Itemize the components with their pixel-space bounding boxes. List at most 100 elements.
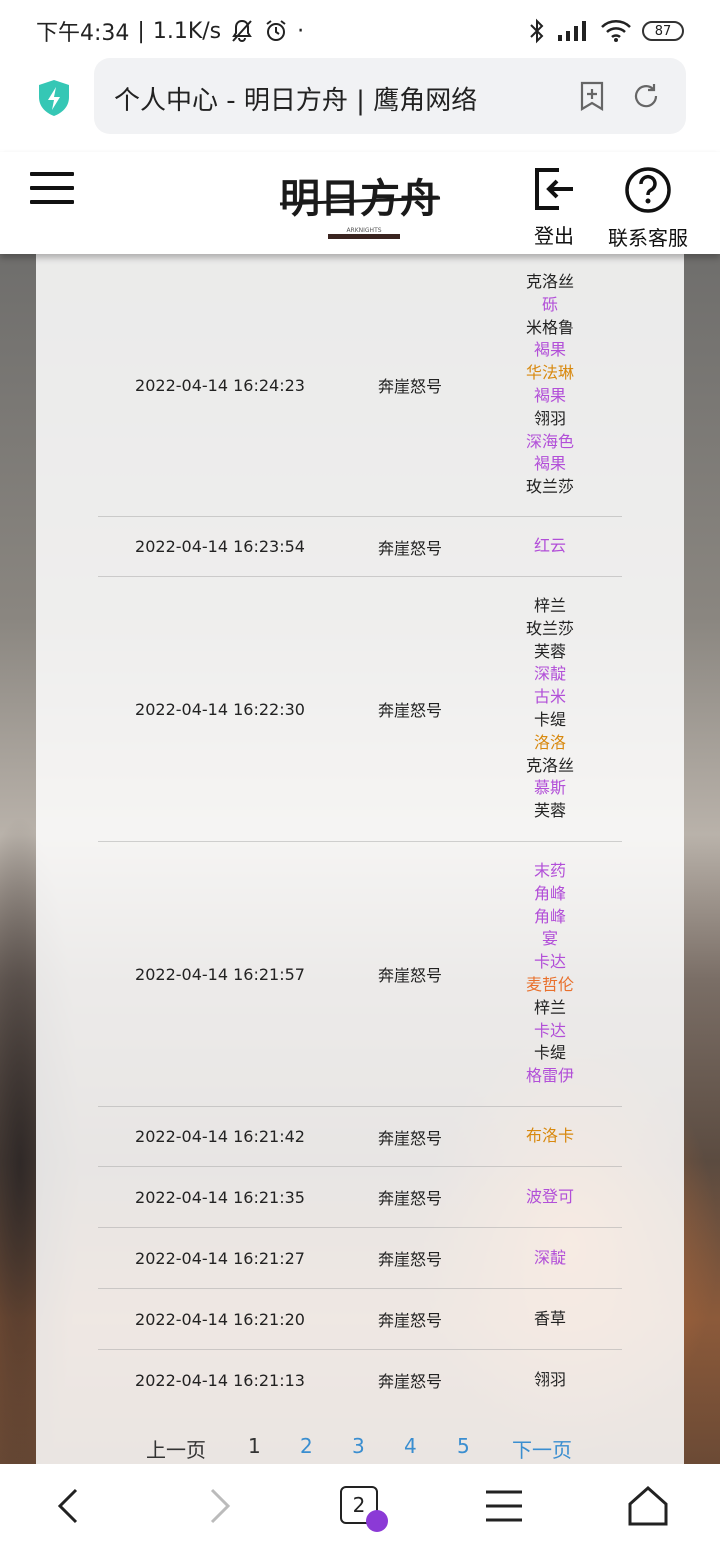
customer-service-label: 联系客服 (608, 226, 688, 250)
record-pool: 奔崖怒号 (377, 1128, 442, 1148)
arknights-logo[interactable]: 明日方舟 ARKNIGHTS (278, 164, 442, 244)
record-time: 2022-04-14 16:23:54 (135, 537, 305, 556)
record-pool: 奔崖怒号 (377, 1372, 442, 1391)
browser-url-bar: 个人中心 - 明日方舟 | 鹰角网络 (0, 58, 720, 152)
operator-name: 华法琳 (525, 363, 574, 383)
record-time: 2022-04-14 16:21:20 (135, 1309, 305, 1329)
forward-icon[interactable] (196, 1484, 240, 1528)
record-time: 2022-04-14 16:24:23 (135, 375, 305, 395)
gacha-record-row: 2022-04-14 16:24:23 奔崖怒号 克洛丝砾米格鲁 褐果 华法琳 褐果 翎羽深… (98, 254, 622, 517)
operator-name: 卡缇 (533, 1043, 566, 1063)
page-5-button[interactable]: 5 (457, 1434, 470, 1458)
record-operators: 布洛卡 (478, 1125, 622, 1148)
record-operators: 翎羽 (478, 1369, 622, 1392)
menu-icon[interactable] (482, 1484, 526, 1528)
logout-label: 登出 (534, 224, 574, 248)
page-title: 个人中心 - 明日方舟 | 鹰角网络 (114, 86, 478, 116)
cellular-signal-icon (558, 21, 586, 41)
operator-name: 深海色 (525, 431, 574, 451)
hamburger-menu-icon[interactable] (30, 172, 74, 208)
next-page-button[interactable]: 下一页 (512, 1434, 572, 1463)
operator-name: 末药 (533, 861, 566, 881)
bluetooth-icon (530, 18, 544, 44)
gacha-history-panel: 2022-04-14 16:24:23 奔崖怒号 克洛丝砾米格鲁 褐果 华法琳 褐果 翎羽深… (36, 254, 684, 1464)
record-operators: 香草 (478, 1308, 622, 1331)
operator-name: 梓兰 (533, 596, 566, 616)
operator-name: 古米 (533, 687, 566, 707)
operator-name: 卡达 (533, 1020, 566, 1040)
operator-name: 玫兰莎 (525, 477, 574, 497)
record-time: 2022-04-14 16:21:27 (135, 1248, 305, 1268)
operator-name: 米格鲁 (525, 317, 574, 337)
operator-name: 卡达 (533, 952, 566, 972)
record-pool: 奔崖怒号 (377, 966, 442, 985)
prev-page-button[interactable]: 上一页 (146, 1434, 206, 1463)
security-shield-icon[interactable] (36, 78, 72, 118)
operator-name: 翎羽 (533, 408, 566, 428)
mute-notification-icon (232, 19, 252, 42)
pagination: 上一页 1 2 3 4 5 下一页 (146, 1434, 586, 1464)
operator-name: 梓兰 (533, 997, 566, 1017)
record-time: 2022-04-14 16:21:13 (135, 1370, 305, 1390)
operator-name: 麦哲伦 (525, 975, 574, 994)
page-2-button[interactable]: 2 (300, 1434, 313, 1458)
operator-name: 褐果 (533, 386, 566, 405)
record-pool: 奔崖怒号 (377, 377, 442, 396)
operator-name: 玫兰莎 (525, 618, 574, 638)
operator-name: 克洛丝 (525, 272, 574, 292)
operator-name: 洛洛 (533, 732, 566, 752)
battery-icon: 87 (642, 21, 684, 41)
operator-name: 波登可 (525, 1186, 574, 1206)
add-bookmark-icon[interactable] (576, 80, 608, 112)
operator-name: 深靛 (533, 1247, 566, 1267)
back-icon[interactable] (48, 1484, 92, 1528)
record-pool: 奔崖怒号 (377, 538, 442, 558)
gacha-record-row: 2022-04-14 16:21:42 奔崖怒号 布洛卡 (98, 1107, 622, 1167)
operator-name: 克洛丝 (525, 755, 574, 775)
network-speed: 1.1K/s (152, 18, 222, 44)
record-time: 2022-04-14 16:22:30 (135, 699, 305, 719)
status-bar: 下午4:34 | 1.1K/s · 87 (0, 0, 720, 62)
record-time: 2022-04-14 16:21:35 (135, 1187, 305, 1207)
operator-name: 布洛卡 (525, 1126, 574, 1146)
record-operators: 克洛丝砾米格鲁 褐果 华法琳 褐果 翎羽 深海色 褐果 玫兰莎 (478, 271, 622, 499)
incognito-badge-icon (366, 1510, 388, 1532)
record-pool: 奔崖怒号 (377, 1311, 442, 1330)
gacha-record-row: 2022-04-14 16:22:30 奔崖怒号 梓兰 玫兰莎 芙蓉 深靛 古米 卡缇 洛洛 克洛… (98, 577, 622, 842)
operator-name: 宴 (541, 929, 558, 949)
operator-name: 芙蓉 (533, 801, 566, 821)
page-1-button[interactable]: 1 (248, 1434, 261, 1458)
record-pool: 奔崖怒号 (377, 701, 442, 720)
gacha-record-list: 2022-04-14 16:24:23 奔崖怒号 克洛丝砾米格鲁 褐果 华法琳 褐果 翎羽深… (98, 254, 622, 1410)
home-icon[interactable] (626, 1484, 670, 1528)
record-operators: 末药 角峰 角峰宴卡达 麦哲伦 梓兰 卡达 卡缇 格雷伊 (478, 860, 622, 1088)
browser-bottom-nav: 2 (0, 1464, 720, 1560)
logout-icon (535, 168, 573, 210)
gacha-record-row: 2022-04-14 16:21:20 奔崖怒号 香草 (98, 1289, 622, 1350)
dot-icon: · (297, 18, 305, 44)
gacha-record-row: 2022-04-14 16:21:27 奔崖怒号 深靛 (98, 1228, 622, 1289)
logout-button[interactable]: 登出 (526, 166, 582, 249)
reload-icon[interactable] (630, 80, 662, 112)
operator-name: 褐果 (533, 340, 566, 360)
gacha-record-row: 2022-04-14 16:21:35 奔崖怒号 波登可 (98, 1167, 622, 1228)
logo-subtext: ARKNIGHTS (346, 227, 381, 234)
page-3-button[interactable]: 3 (352, 1434, 365, 1458)
record-operators: 深靛 (478, 1247, 622, 1270)
operator-name: 角峰 (533, 906, 566, 926)
operator-name: 格雷伊 (525, 1066, 574, 1086)
record-operators: 红云 (478, 535, 622, 558)
customer-service-button[interactable]: 联系客服 (604, 166, 692, 251)
record-pool: 奔崖怒号 (377, 1189, 442, 1208)
logo-mark: 明日方舟 ARKNIGHTS (279, 175, 441, 239)
record-operators: 波登可 (478, 1186, 622, 1209)
gacha-record-row: 2022-04-14 16:23:54 奔崖怒号 红云 (98, 517, 622, 577)
page-4-button[interactable]: 4 (404, 1434, 417, 1458)
operator-name: 砾 (541, 294, 558, 314)
address-field[interactable]: 个人中心 - 明日方舟 | 鹰角网络 (94, 58, 686, 134)
status-time: 下午4:34 (36, 21, 130, 46)
operator-name: 芙蓉 (533, 641, 566, 661)
gacha-record-row: 2022-04-14 16:21:57 奔崖怒号 末药 角峰 角峰宴卡达 麦哲伦 梓兰 卡达卡… (98, 842, 622, 1107)
record-pool: 奔崖怒号 (377, 1250, 442, 1269)
operator-name: 慕斯 (533, 778, 566, 798)
